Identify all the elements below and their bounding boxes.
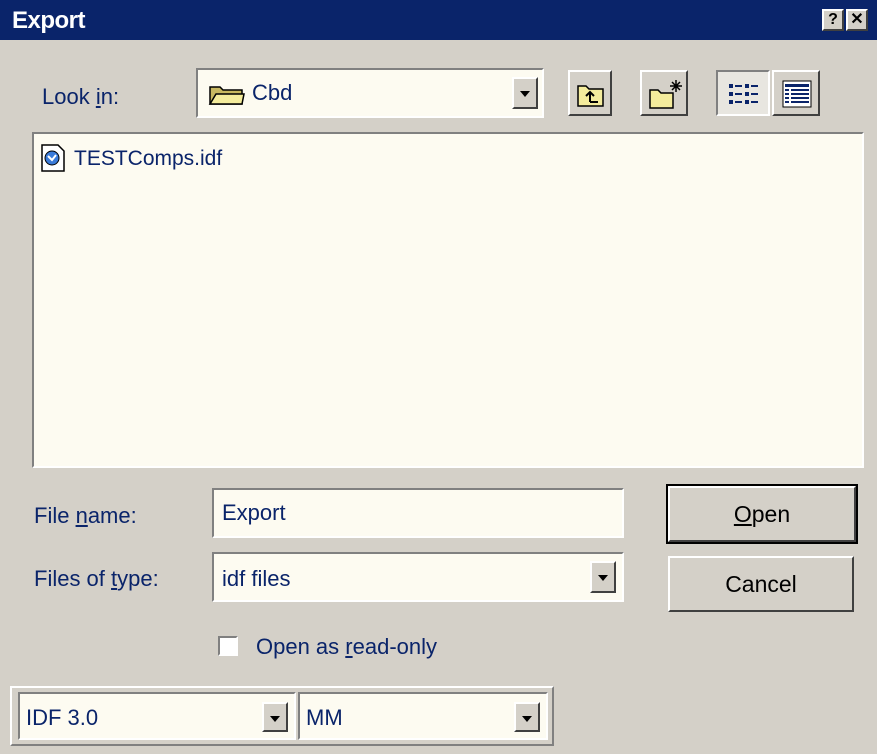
new-folder-button[interactable] — [640, 70, 688, 116]
file-type-value: idf files — [222, 566, 291, 591]
open-button[interactable]: Open — [666, 484, 858, 544]
folder-icon — [208, 86, 245, 105]
help-button[interactable]: ? — [822, 9, 844, 31]
file-type-label: Files of type: — [34, 566, 159, 591]
idf-version-value: IDF 3.0 — [26, 705, 99, 730]
idf-file-icon — [41, 144, 65, 172]
chevron-down-icon — [520, 91, 530, 97]
close-icon: ✕ — [850, 11, 864, 28]
up-one-level-button[interactable] — [568, 70, 612, 116]
file-type-select[interactable]: idf files — [212, 552, 624, 602]
list-item[interactable]: TESTComps.idf — [40, 144, 340, 172]
look-in-value: Cbd — [252, 80, 293, 105]
file-name-value: Export — [222, 500, 286, 525]
list-view-icon — [729, 84, 758, 104]
units-dropdown-button[interactable] — [514, 702, 540, 732]
details-view-icon — [782, 80, 812, 108]
chevron-down-icon — [270, 716, 280, 722]
file-list[interactable]: TESTComps.idf — [32, 132, 864, 468]
file-name-label: File name: — [34, 503, 137, 528]
close-button[interactable]: ✕ — [846, 9, 868, 31]
look-in-dropdown-button[interactable] — [512, 77, 538, 109]
file-name: TESTComps.idf — [74, 147, 223, 170]
idf-version-select[interactable]: IDF 3.0 — [18, 692, 296, 740]
format-toolbar: IDF 3.0 MM — [10, 686, 554, 746]
help-icon: ? — [828, 11, 838, 28]
new-folder-icon — [649, 80, 682, 109]
list-view-button[interactable] — [716, 70, 770, 116]
file-name-input[interactable]: Export — [212, 488, 624, 538]
up-folder-icon — [577, 85, 604, 107]
look-in-combo[interactable]: Cbd — [196, 68, 544, 118]
chevron-down-icon — [598, 575, 608, 581]
idf-version-dropdown-button[interactable] — [262, 702, 288, 732]
file-type-dropdown-button[interactable] — [590, 561, 616, 593]
open-button-label: Open — [733, 501, 791, 527]
open-button-face: Open — [668, 486, 856, 542]
cancel-button-label: Cancel — [725, 571, 797, 597]
cancel-button[interactable]: Cancel — [668, 556, 854, 612]
units-select[interactable]: MM — [298, 692, 548, 740]
details-view-button[interactable] — [772, 70, 820, 116]
look-in-label: Look in: — [42, 84, 120, 109]
units-value: MM — [306, 705, 343, 730]
chevron-down-icon — [522, 716, 532, 722]
read-only-checkbox[interactable] — [218, 636, 238, 656]
window-title: Export — [12, 7, 86, 34]
title-bar: Export ? ✕ — [0, 0, 877, 40]
read-only-label: Open as read-only — [256, 634, 437, 659]
